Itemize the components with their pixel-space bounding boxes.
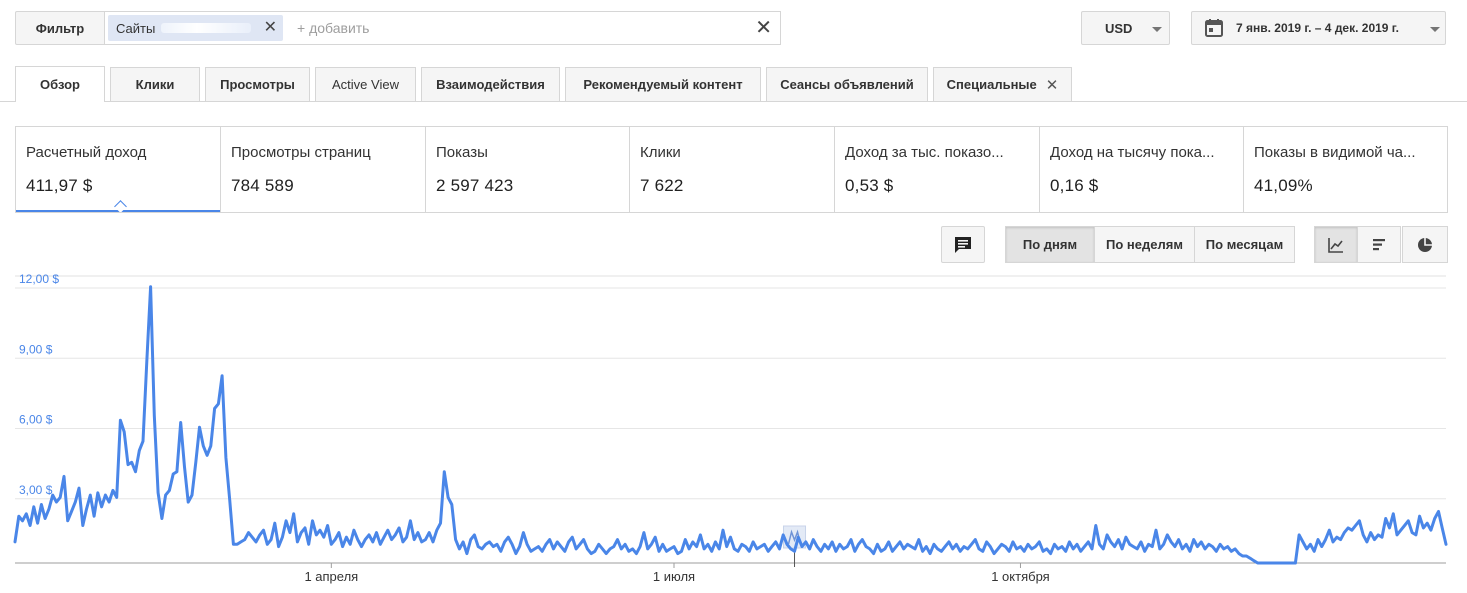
tab-label: Active View bbox=[332, 77, 399, 92]
tab-label: Просмотры bbox=[220, 77, 295, 92]
earnings-series-line bbox=[13, 285, 1448, 565]
metric-value: 784 589 bbox=[231, 176, 294, 195]
redacted-value bbox=[161, 23, 252, 33]
tab-label: Клики bbox=[135, 77, 175, 92]
line-chart-icon bbox=[1328, 237, 1343, 253]
metric-value: 41,09% bbox=[1254, 176, 1313, 195]
x-tick-label: 1 июля bbox=[653, 569, 695, 584]
tab-ad-sessions[interactable]: Сеансы объявлений bbox=[766, 67, 928, 101]
tab-clicks[interactable]: Клики bbox=[110, 67, 200, 101]
metrics-scorecards: Расчетный доход 411,97 $ Просмотры стран… bbox=[15, 126, 1448, 213]
metric-value: 411,97 $ bbox=[26, 176, 93, 195]
tab-active-view[interactable]: Active View bbox=[315, 67, 416, 101]
period-weekly-button[interactable]: По неделям bbox=[1094, 226, 1195, 263]
tab-recommended-content[interactable]: Рекомендуемый контент bbox=[565, 67, 761, 101]
period-label: По неделям bbox=[1106, 237, 1183, 252]
chart-type-bar-button[interactable] bbox=[1357, 226, 1401, 263]
metric-label: Показы в видимой ча... bbox=[1254, 144, 1416, 161]
metric-impression-rpm[interactable]: Доход за тыс. показо... 0,53 $ bbox=[835, 127, 1040, 212]
metric-clicks[interactable]: Клики 7 622 bbox=[630, 127, 835, 212]
metric-value: 0,16 $ bbox=[1050, 176, 1099, 195]
pie-chart-icon bbox=[1418, 237, 1432, 252]
metric-value: 7 622 bbox=[640, 176, 684, 195]
metric-label: Доход за тыс. показо... bbox=[845, 144, 1004, 161]
chart-type-line-button[interactable] bbox=[1314, 226, 1358, 263]
metric-impressions[interactable]: Показы 2 597 423 bbox=[426, 127, 630, 212]
earnings-line-chart: 12,00 $ 9,00 $ 6,00 $ 3,00 $ 1 апреля 1 июля 1… bbox=[13, 272, 1448, 584]
metric-estimated-earnings[interactable]: Расчетный доход 411,97 $ bbox=[16, 127, 221, 212]
tab-label: Сеансы объявлений bbox=[780, 77, 914, 92]
metric-label: Показы bbox=[436, 144, 488, 161]
metric-page-rpm[interactable]: Доход на тысячу пока... 0,16 $ bbox=[1040, 127, 1244, 212]
chevron-down-icon bbox=[1152, 27, 1162, 32]
chip-close-icon[interactable]: ✕ bbox=[264, 19, 277, 37]
y-tick-label: 6,00 $ bbox=[19, 413, 53, 427]
date-range-select[interactable]: 7 янв. 2019 г. – 4 дек. 2019 г. bbox=[1191, 11, 1446, 45]
tab-pageviews[interactable]: Просмотры bbox=[205, 67, 310, 101]
filter-chip-label: Сайты bbox=[116, 20, 156, 36]
metric-page-views[interactable]: Просмотры страниц 784 589 bbox=[221, 127, 426, 212]
close-tab-icon[interactable]: ✕ bbox=[1046, 76, 1059, 94]
add-filter-placeholder[interactable]: + добавить bbox=[297, 20, 369, 36]
currency-select[interactable]: USD bbox=[1081, 11, 1170, 45]
y-tick-label: 3,00 $ bbox=[19, 483, 53, 497]
period-label: По дням bbox=[1022, 237, 1078, 252]
filter-input[interactable]: Сайты ✕ + добавить ✕ bbox=[104, 11, 781, 45]
clear-filter-icon[interactable]: ✕ bbox=[755, 17, 772, 39]
chart-type-pie-button[interactable] bbox=[1402, 226, 1448, 263]
period-daily-button[interactable]: По дням bbox=[1005, 226, 1095, 263]
tab-overview[interactable]: Обзор bbox=[15, 66, 105, 102]
metric-label: Расчетный доход bbox=[26, 144, 147, 161]
calendar-icon bbox=[1205, 19, 1223, 37]
x-tick-label: 1 апреля bbox=[304, 569, 358, 584]
comment-icon bbox=[955, 236, 971, 253]
metric-viewability[interactable]: Показы в видимой ча... 41,09% bbox=[1244, 127, 1447, 212]
period-label: По месяцам bbox=[1205, 237, 1284, 252]
y-tick-label: 12,00 $ bbox=[19, 272, 59, 286]
metric-value: 2 597 423 bbox=[436, 176, 514, 195]
tab-custom[interactable]: Специальные ✕ bbox=[933, 67, 1072, 101]
bar-chart-icon bbox=[1373, 238, 1385, 250]
metric-label: Просмотры страниц bbox=[231, 144, 371, 161]
x-tick-label: 1 октября bbox=[991, 569, 1049, 584]
currency-value: USD bbox=[1105, 20, 1133, 36]
tab-label: Обзор bbox=[40, 77, 80, 92]
date-range-value: 7 янв. 2019 г. – 4 дек. 2019 г. bbox=[1236, 21, 1399, 35]
metric-label: Клики bbox=[640, 144, 681, 161]
tab-label: Специальные bbox=[946, 77, 1037, 92]
tab-interactions[interactable]: Взаимодействия bbox=[421, 67, 560, 101]
tabs-divider bbox=[0, 101, 1467, 102]
filter-button[interactable]: Фильтр bbox=[15, 11, 105, 45]
filter-chip-sites[interactable]: Сайты ✕ bbox=[108, 15, 283, 41]
tab-label: Взаимодействия bbox=[436, 77, 545, 92]
metric-label: Доход на тысячу пока... bbox=[1050, 144, 1215, 161]
annotations-button[interactable] bbox=[941, 226, 985, 263]
chevron-down-icon bbox=[1430, 27, 1440, 32]
tab-label: Рекомендуемый контент bbox=[583, 77, 743, 92]
metric-value: 0,53 $ bbox=[845, 176, 894, 195]
period-monthly-button[interactable]: По месяцам bbox=[1194, 226, 1295, 263]
y-tick-label: 9,00 $ bbox=[19, 342, 53, 356]
